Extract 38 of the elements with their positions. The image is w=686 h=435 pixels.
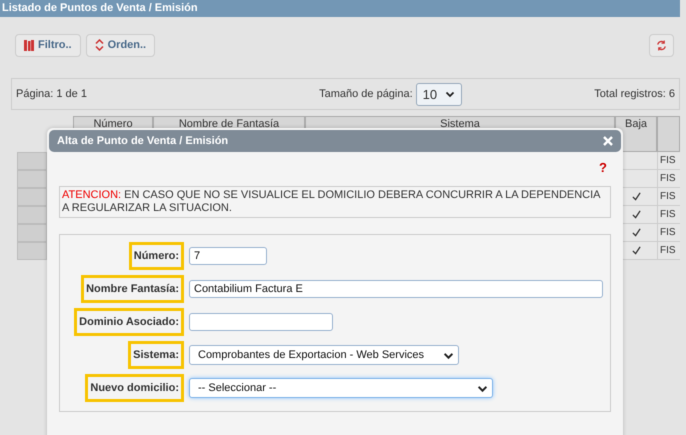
chevron-down-icon	[445, 89, 456, 99]
table-cell: FIS	[660, 209, 676, 220]
input-field[interactable]: Contabilium Factura E	[189, 280, 603, 298]
close-icon	[603, 136, 613, 146]
refresh-button[interactable]	[649, 34, 674, 56]
table-cell: FIS	[660, 191, 676, 202]
close-button[interactable]	[603, 136, 613, 146]
row-handle	[17, 170, 47, 188]
warning-message: ATENCION: EN CASO QUE NO SE VISUALICE EL DOMICILIO DEBERA CONCURRIR A LA DEPENDENCIA A REGULARIZAR LA SITUACION.	[59, 186, 611, 218]
field-label: Sistema:	[128, 341, 184, 369]
field-label: Nombre Fantasía:	[81, 275, 184, 303]
table-cell: FIS	[660, 245, 676, 256]
page-size-label: Tamaño de página:	[319, 88, 413, 100]
field-label: Número:	[128, 242, 184, 270]
table-cell: FIS	[660, 155, 676, 166]
table-cell: FIS	[660, 227, 676, 238]
page-size-select[interactable]: 10	[416, 82, 462, 106]
page-title: Listado de Puntos de Venta / Emisión	[0, 0, 680, 17]
sort-icon	[94, 39, 104, 51]
row-handle	[17, 152, 47, 170]
row-handle	[17, 188, 47, 206]
refresh-icon	[656, 40, 667, 50]
book-icon	[24, 40, 34, 50]
page-indicator: Página: 1 de 1	[16, 88, 87, 100]
input-field[interactable]	[189, 313, 333, 331]
table-cell: FIS	[660, 173, 676, 184]
field-label: Nuevo domicilio:	[85, 374, 184, 402]
row-handle	[17, 224, 47, 242]
row-handle	[17, 242, 47, 260]
input-field[interactable]: 7	[189, 247, 267, 265]
order-button[interactable]: Orden..	[86, 34, 156, 56]
filter-button[interactable]: Filtro..	[15, 34, 81, 56]
select-field[interactable]: -- Seleccionar --	[189, 378, 493, 398]
select-field[interactable]: Comprobantes de Exportacion - Web Services	[189, 345, 459, 365]
total-records: Total registros: 6	[594, 88, 675, 100]
field-label: Dominio Asociado:	[74, 308, 184, 336]
row-handle	[17, 206, 47, 224]
help-link[interactable]: ?	[599, 160, 607, 186]
